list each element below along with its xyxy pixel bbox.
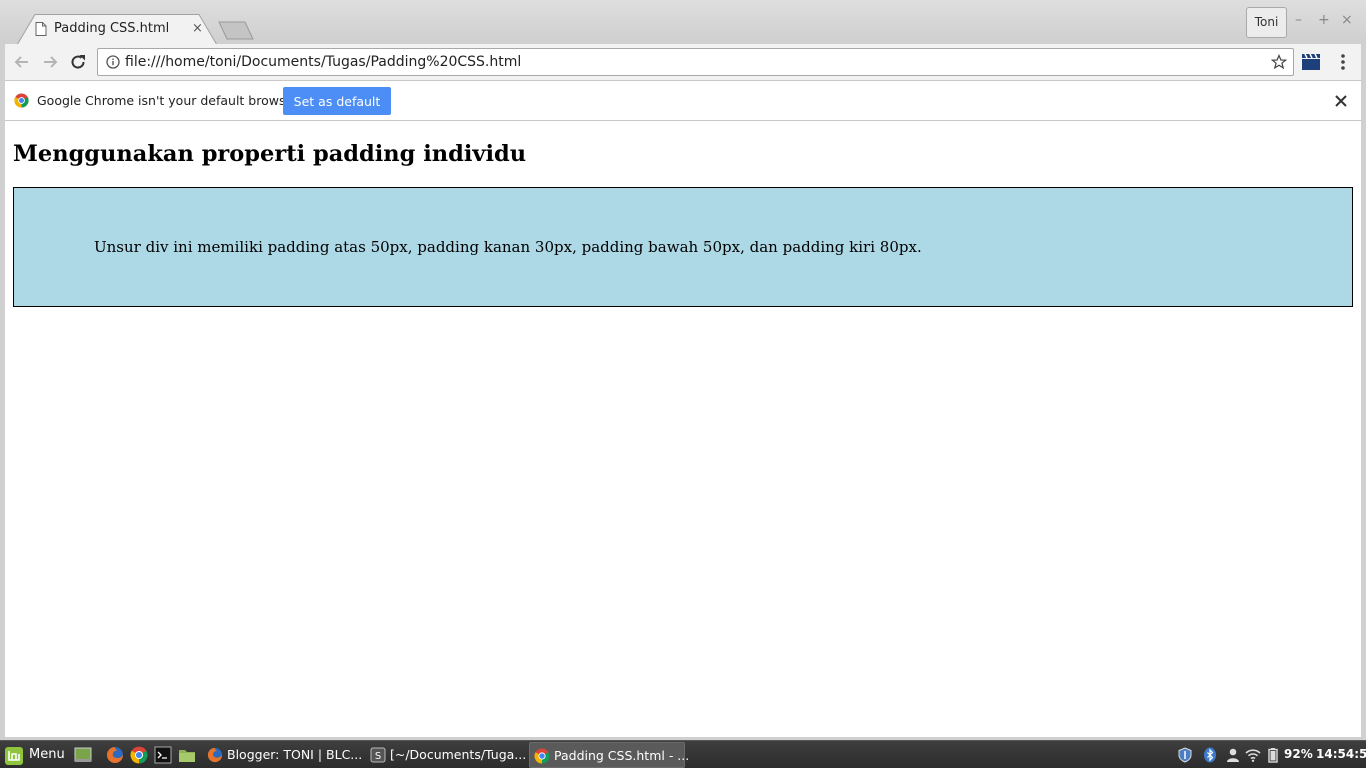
shield-icon[interactable] [1177, 747, 1193, 763]
user-icon[interactable] [1225, 747, 1241, 763]
menu-label: Menu [29, 747, 65, 762]
window-frame-right [1361, 44, 1366, 738]
terminal-icon[interactable] [154, 746, 172, 764]
battery-percent: 92% [1284, 747, 1313, 761]
padded-div-text: Unsur div ini memiliki padding atas 50px… [94, 238, 922, 256]
clock[interactable]: 14:54:57 [1316, 747, 1366, 761]
page-icon [35, 22, 47, 36]
chrome-launcher-icon[interactable] [130, 746, 148, 764]
show-desktop-icon[interactable] [74, 746, 92, 764]
taskbar: Menu Blogger: TONI | BLC... S [~/Documen… [0, 740, 1366, 768]
profile-button[interactable]: Toni [1246, 7, 1287, 38]
chrome-icon [534, 748, 550, 764]
toolbar: file:///home/toni/Documents/Tugas/Paddin… [0, 44, 1366, 81]
padded-div: Unsur div ini memiliki padding atas 50px… [13, 187, 1353, 307]
close-window-icon[interactable]: × [1341, 12, 1353, 28]
task-label: [~/Documents/Tuga... [390, 747, 527, 762]
default-browser-infobar: Google Chrome isn't your default browser… [0, 81, 1366, 121]
task-label: Blogger: TONI | BLC... [227, 747, 363, 762]
infobar-message: Google Chrome isn't your default browser… [37, 93, 302, 108]
maximize-icon[interactable]: + [1318, 12, 1330, 28]
tab-strip: Padding CSS.html × Toni – + × [0, 0, 1366, 45]
mint-logo-icon [5, 747, 23, 765]
close-infobar-icon[interactable] [1334, 94, 1348, 108]
wifi-icon[interactable] [1245, 747, 1261, 763]
task-editor[interactable]: S [~/Documents/Tuga... [366, 742, 526, 768]
reload-icon[interactable] [68, 52, 88, 72]
url-text[interactable]: file:///home/toni/Documents/Tugas/Paddin… [125, 54, 521, 70]
svg-text:S: S [375, 751, 381, 762]
tab-title: Padding CSS.html [54, 21, 170, 36]
editor-icon: S [370, 747, 386, 763]
page-heading: Menggunakan properti padding individu [13, 141, 527, 167]
bluetooth-icon[interactable] [1202, 747, 1218, 763]
new-tab-button[interactable] [218, 21, 254, 40]
folder-icon[interactable] [178, 746, 196, 764]
forward-icon[interactable] [40, 52, 60, 72]
minimize-icon[interactable]: – [1295, 12, 1302, 28]
star-icon[interactable] [1271, 54, 1287, 70]
task-label: Padding CSS.html - ... [554, 748, 690, 763]
task-blogger[interactable]: Blogger: TONI | BLC... [203, 742, 363, 768]
info-icon[interactable] [106, 55, 120, 69]
firefox-icon[interactable] [106, 746, 124, 764]
tab-close-icon[interactable]: × [192, 21, 203, 36]
chrome-logo-icon [14, 93, 29, 108]
set-as-default-button[interactable]: Set as default [283, 87, 391, 115]
battery-icon[interactable] [1265, 747, 1281, 763]
clapper-extension-icon[interactable] [1301, 53, 1321, 71]
page-viewport: Menggunakan properti padding individu Un… [5, 122, 1361, 737]
firefox-icon [207, 747, 223, 763]
menu-dots-icon[interactable] [1336, 53, 1350, 71]
back-icon[interactable] [12, 52, 32, 72]
address-bar[interactable]: file:///home/toni/Documents/Tugas/Paddin… [97, 48, 1294, 76]
task-chrome-active[interactable]: Padding CSS.html - ... [529, 742, 689, 768]
